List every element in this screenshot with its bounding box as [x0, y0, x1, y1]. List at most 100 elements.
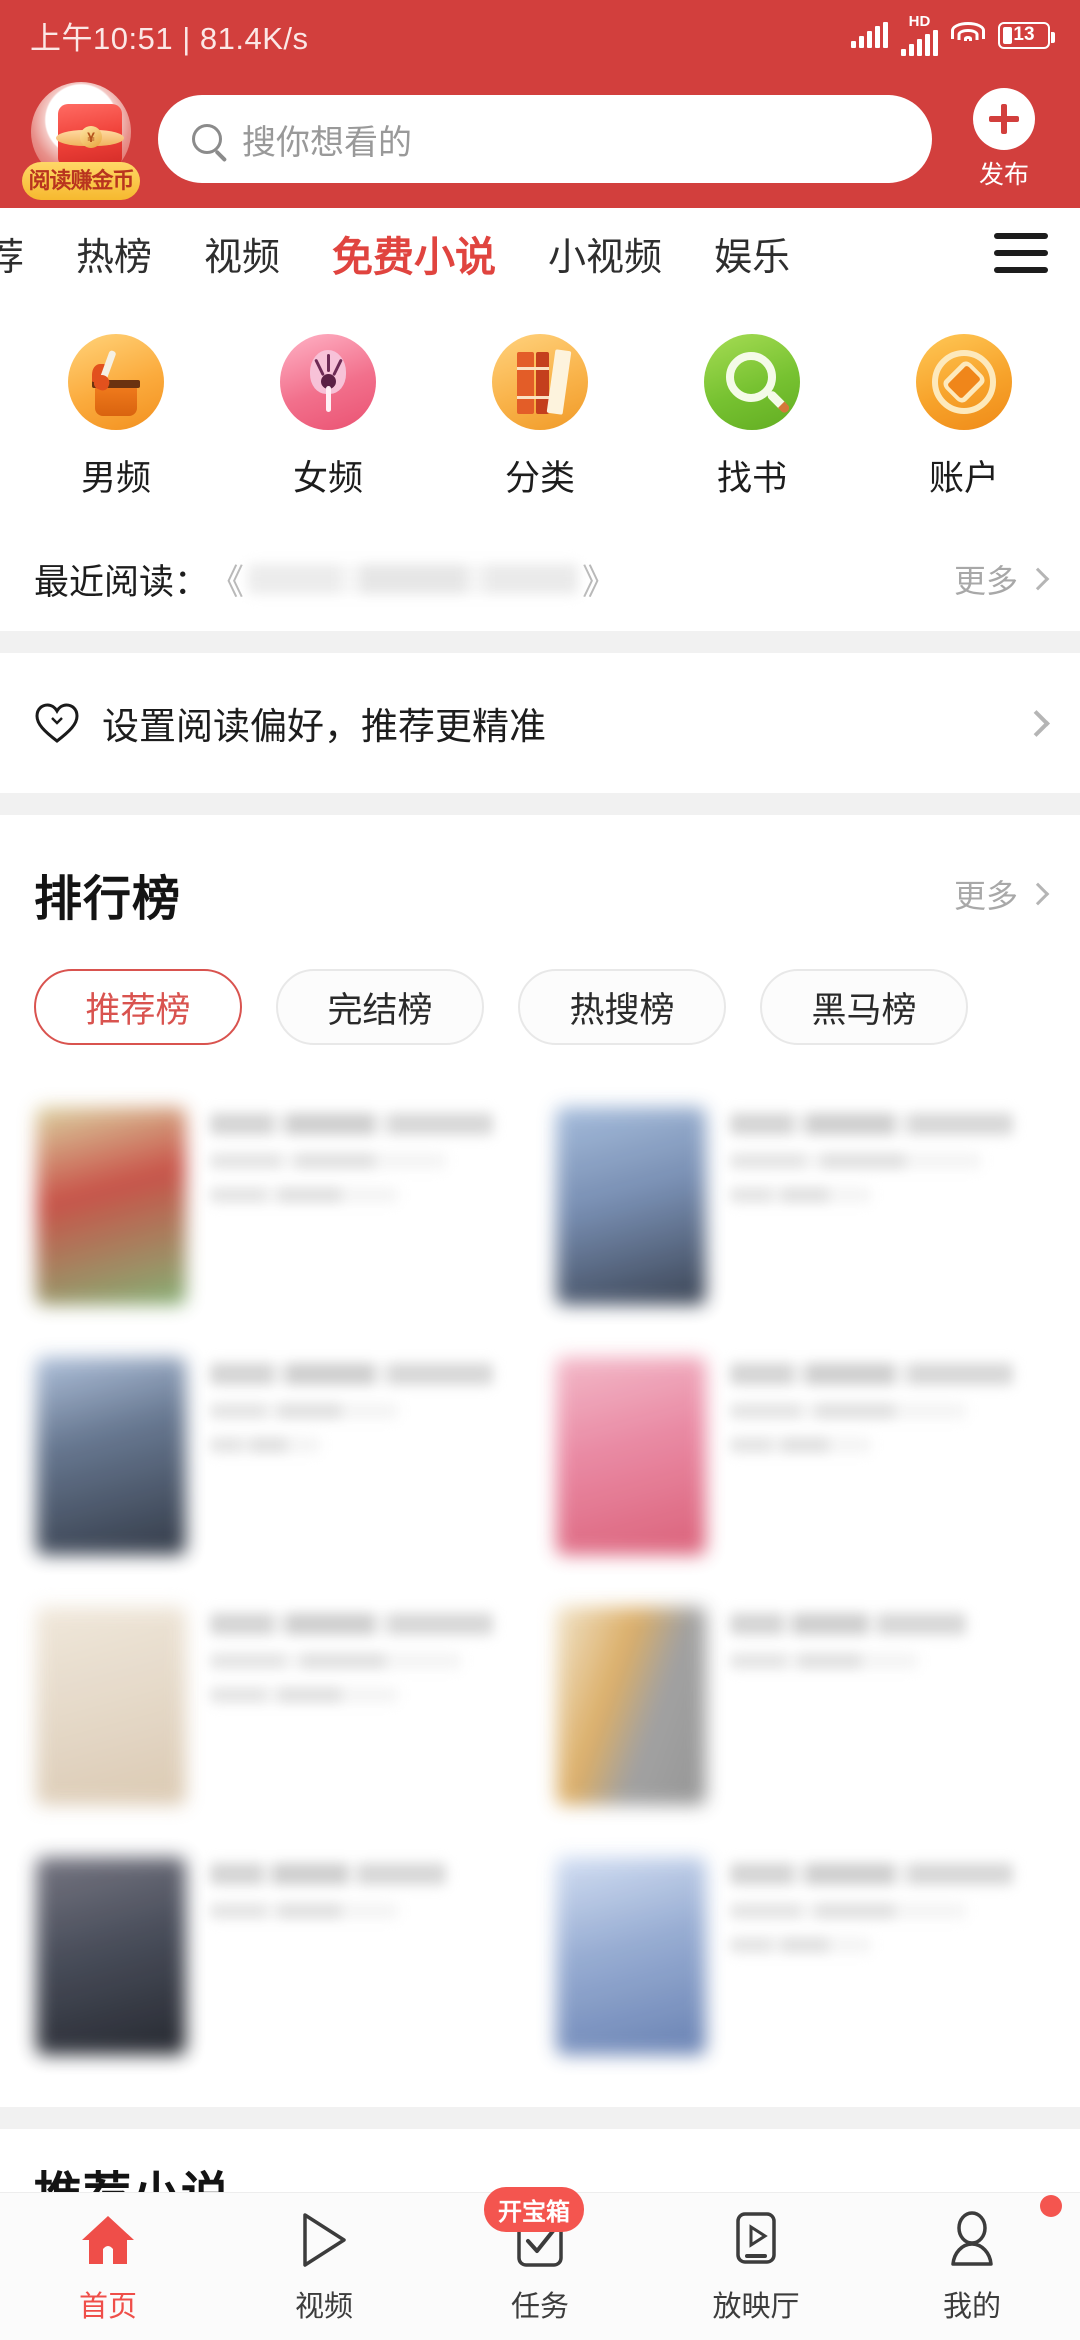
book-list-item[interactable]: [20, 1581, 540, 1831]
category-male-label: 男频: [81, 450, 151, 501]
category-account[interactable]: 账户: [879, 334, 1049, 501]
tab-tuijian[interactable]: 荐: [0, 226, 50, 281]
category-classify[interactable]: 分类: [455, 334, 625, 501]
profile-notification-dot: [1040, 2195, 1062, 2217]
cinema-phone-play-icon: [725, 2209, 787, 2271]
tab-mianfei-xiaoshuo[interactable]: 免费小说: [306, 223, 522, 283]
tab-list: 荐 热榜 视频 免费小说 小视频 娱乐: [0, 208, 902, 298]
search-icon: [192, 124, 222, 154]
book-cover: [36, 1607, 186, 1805]
book-cover: [36, 1107, 186, 1305]
book-list-item[interactable]: [540, 1581, 1060, 1831]
battery-percent: 13: [1000, 24, 1048, 46]
category-female-label: 女频: [293, 450, 363, 501]
ranking-book-grid: [0, 1071, 1080, 2107]
ranking-more-button[interactable]: 更多: [954, 871, 1046, 917]
nav-item-profile[interactable]: 我的: [864, 2193, 1080, 2340]
book-text-block: [210, 1607, 524, 1805]
recent-more-button[interactable]: 更多: [954, 556, 1046, 602]
battery-icon: 13: [998, 22, 1050, 49]
nav-item-video-label: 视频: [295, 2283, 353, 2325]
wifi-icon: [951, 22, 985, 48]
find-book-magnifier-icon: [704, 334, 800, 430]
category-female[interactable]: 女频: [243, 334, 413, 501]
category-books-icon: [492, 334, 588, 430]
search-input[interactable]: 搜你想看的: [158, 95, 932, 183]
nav-item-home-label: 首页: [79, 2283, 137, 2325]
section-divider-2: [0, 793, 1080, 815]
chip-heimabang[interactable]: 黑马榜: [760, 969, 968, 1045]
book-text-block: [210, 1357, 524, 1555]
category-tab-bar: 荐 热榜 视频 免费小说 小视频 娱乐: [0, 208, 1080, 298]
recent-more-label: 更多: [954, 556, 1018, 602]
book-text-block: [210, 1107, 524, 1305]
tab-yule[interactable]: 娱乐: [688, 226, 816, 281]
recent-reading-row[interactable]: 最近阅读： 《 》 更多: [0, 527, 1080, 631]
category-findbook[interactable]: 找书: [667, 334, 837, 501]
hd-icon: HD: [901, 14, 938, 56]
heart-icon: [34, 702, 80, 744]
nav-item-task[interactable]: 开宝箱 任务: [432, 2193, 648, 2340]
app-root: 上午10:51 | 81.4K/s HD 13 ¥ 阅读赚金币 搜你想看的: [0, 0, 1080, 2340]
hamburger-menu-icon[interactable]: [962, 208, 1080, 298]
book-text-block: [730, 1107, 1044, 1305]
nav-item-cinema[interactable]: 放映厅: [648, 2193, 864, 2340]
book-list-item[interactable]: [20, 1081, 540, 1331]
book-text-block: [730, 1607, 1044, 1805]
tab-shipin[interactable]: 视频: [178, 226, 306, 281]
chevron-right-icon: [1027, 883, 1050, 906]
ranking-panel: 排行榜 更多 推荐榜 完结榜 热搜榜 黑马榜: [0, 815, 1080, 2107]
chevron-right-icon: [1023, 710, 1050, 737]
preference-panel: 设置阅读偏好，推荐更精准: [0, 653, 1080, 793]
book-list-item[interactable]: [540, 1831, 1060, 2081]
publish-button[interactable]: 发布: [950, 88, 1058, 191]
chip-resoubang[interactable]: 热搜榜: [518, 969, 726, 1045]
section-divider-3: [0, 2107, 1080, 2129]
book-cover: [556, 1607, 706, 1805]
book-cover: [556, 1357, 706, 1555]
book-cover: [556, 1857, 706, 2055]
yen-symbol: ¥: [80, 126, 102, 148]
read-earn-coins-badge[interactable]: ¥ 阅读赚金币: [22, 80, 140, 198]
read-earn-coins-label: 阅读赚金币: [22, 162, 140, 200]
nav-item-profile-label: 我的: [943, 2283, 1001, 2325]
category-account-label: 账户: [929, 450, 999, 501]
book-list-item[interactable]: [20, 1331, 540, 1581]
ranking-filter-chips: 推荐榜 完结榜 热搜榜 黑马榜: [0, 929, 1080, 1071]
book-text-block: [730, 1857, 1044, 2055]
play-triangle-icon: [293, 2209, 355, 2271]
chip-wanjiebang[interactable]: 完结榜: [276, 969, 484, 1045]
nav-item-cinema-label: 放映厅: [712, 2283, 799, 2325]
reading-preference-banner[interactable]: 设置阅读偏好，推荐更精准: [0, 653, 1080, 793]
ranking-title: 排行榜: [34, 859, 181, 929]
male-channel-icon: [68, 334, 164, 430]
book-cover: [556, 1107, 706, 1305]
nav-item-video[interactable]: 视频: [216, 2193, 432, 2340]
category-row: 男频 女频 分类 找书: [0, 298, 1080, 527]
bracket-close: 》: [582, 554, 617, 605]
nav-item-home[interactable]: 首页: [0, 2193, 216, 2340]
status-icons: HD 13: [851, 14, 1050, 56]
book-list-item[interactable]: [540, 1331, 1060, 1581]
reading-preference-text: 设置阅读偏好，推荐更精准: [102, 696, 546, 750]
status-bar: 上午10:51 | 81.4K/s HD 13: [0, 0, 1080, 70]
bottom-navigation-bar: 首页 视频 开宝箱 任务: [0, 2192, 1080, 2340]
female-channel-icon: [280, 334, 376, 430]
home-icon: [77, 2209, 139, 2271]
status-time-network: 上午10:51 | 81.4K/s: [30, 13, 308, 58]
chevron-right-icon: [1027, 568, 1050, 591]
profile-person-icon: [941, 2209, 1003, 2271]
book-list-item[interactable]: [20, 1831, 540, 2081]
tab-xiaoshipin[interactable]: 小视频: [522, 226, 688, 281]
book-text-block: [730, 1357, 1044, 1555]
tab-rebang[interactable]: 热榜: [50, 226, 178, 281]
signal-bars-icon-2: [901, 30, 938, 56]
book-cover: [36, 1857, 186, 2055]
book-cover: [36, 1357, 186, 1555]
ranking-header: 排行榜 更多: [0, 815, 1080, 929]
recent-reading-label: 最近阅读：: [34, 554, 209, 605]
chip-tuijianbang[interactable]: 推荐榜: [34, 969, 242, 1045]
category-male[interactable]: 男频: [31, 334, 201, 501]
book-list-item[interactable]: [540, 1081, 1060, 1331]
section-divider-1: [0, 631, 1080, 653]
